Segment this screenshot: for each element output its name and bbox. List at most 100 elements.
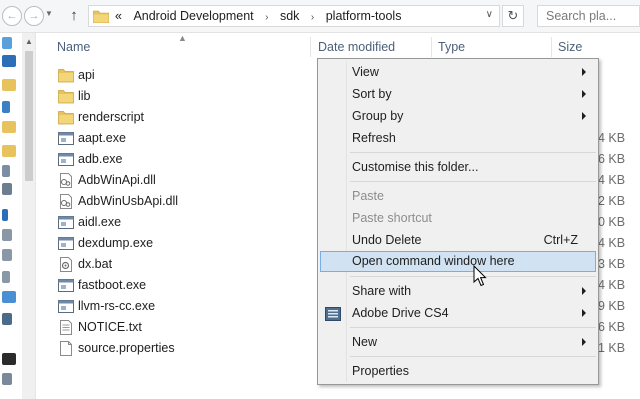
menu-item-group-by[interactable]: Group by bbox=[320, 106, 596, 127]
submenu-arrow-icon bbox=[582, 112, 586, 120]
menu-item-adobe-drive[interactable]: Adobe Drive CS4 bbox=[320, 303, 596, 324]
back-button[interactable]: ← bbox=[2, 6, 22, 26]
search-input[interactable]: Search pla... bbox=[537, 5, 640, 27]
file-name: renderscript bbox=[78, 110, 144, 124]
menu-item-sort-by[interactable]: Sort by bbox=[320, 84, 596, 105]
file-row[interactable]: fastboot.exe bbox=[56, 275, 316, 296]
folder-row[interactable]: api bbox=[56, 65, 316, 86]
nav-item-icon[interactable] bbox=[2, 209, 8, 221]
context-menu: View Sort by Group by Refresh Customise … bbox=[317, 58, 599, 385]
breadcrumb-overflow-icon[interactable]: « bbox=[115, 9, 122, 23]
menu-item-label: Group by bbox=[352, 109, 404, 123]
refresh-button[interactable]: ↻ bbox=[502, 5, 524, 27]
menu-item-paste-shortcut: Paste shortcut bbox=[320, 208, 596, 229]
menu-item-label: View bbox=[352, 65, 379, 79]
file-name: api bbox=[78, 68, 95, 82]
dll-file-icon bbox=[60, 173, 72, 188]
refresh-icon: ↻ bbox=[507, 8, 519, 23]
application-icon bbox=[58, 216, 74, 229]
folder-icon[interactable] bbox=[2, 79, 16, 91]
folder-icon bbox=[58, 90, 74, 104]
scroll-up-icon[interactable]: ▲ bbox=[25, 37, 33, 46]
menu-separator bbox=[350, 356, 596, 357]
breadcrumb-item-platform-tools[interactable]: platform-tools bbox=[326, 9, 402, 23]
menu-item-label: Open command window here bbox=[352, 254, 515, 268]
nav-item-icon[interactable] bbox=[2, 165, 10, 177]
address-bar[interactable]: « Android Development › sdk › platform-t… bbox=[88, 5, 500, 27]
column-header-type[interactable]: Type bbox=[438, 33, 465, 61]
file-name: lib bbox=[78, 89, 91, 103]
menu-item-customise-folder[interactable]: Customise this folder... bbox=[320, 157, 596, 178]
column-header-size[interactable]: Size bbox=[558, 33, 582, 61]
forward-button[interactable]: → bbox=[24, 6, 44, 26]
drive-icon[interactable] bbox=[2, 249, 12, 261]
file-row[interactable]: AdbWinApi.dll bbox=[56, 170, 316, 191]
file-size: 4 KB bbox=[598, 131, 626, 145]
breadcrumb-item-android-development[interactable]: Android Development bbox=[133, 9, 253, 23]
column-header-name[interactable]: Name bbox=[57, 33, 90, 61]
folder-icon[interactable] bbox=[2, 121, 16, 133]
file-row[interactable]: llvm-rs-cc.exe bbox=[56, 296, 316, 317]
computer-icon[interactable] bbox=[2, 353, 16, 365]
file-row[interactable]: aidl.exe bbox=[56, 212, 316, 233]
address-history-dropdown-icon[interactable]: ∨ bbox=[486, 9, 493, 20]
file-row[interactable]: dx.bat bbox=[56, 254, 316, 275]
application-icon bbox=[58, 279, 74, 292]
breadcrumb-item-sdk[interactable]: sdk bbox=[280, 9, 299, 23]
folder-row[interactable]: renderscript bbox=[56, 107, 316, 128]
nav-item-icon[interactable] bbox=[2, 37, 12, 49]
up-arrow-icon: ↑ bbox=[70, 7, 78, 24]
file-name: NOTICE.txt bbox=[78, 320, 142, 334]
drive-icon[interactable] bbox=[2, 229, 12, 241]
recent-locations-dropdown-icon[interactable]: ▼ bbox=[45, 9, 53, 18]
mouse-cursor-icon bbox=[473, 265, 487, 287]
scrollbar-thumb[interactable] bbox=[25, 51, 33, 181]
file-icon bbox=[60, 341, 72, 356]
nav-item-icon[interactable] bbox=[2, 55, 16, 67]
forward-arrow-icon: → bbox=[28, 10, 40, 22]
column-divider[interactable] bbox=[431, 37, 432, 57]
file-row[interactable]: AdbWinUsbApi.dll bbox=[56, 191, 316, 212]
nav-item-icon[interactable] bbox=[2, 101, 10, 113]
file-row[interactable]: aapt.exe bbox=[56, 128, 316, 149]
menu-item-properties[interactable]: Properties bbox=[320, 361, 596, 382]
file-name: source.properties bbox=[78, 341, 175, 355]
nav-item-icon[interactable] bbox=[2, 183, 12, 195]
keyboard-shortcut: Ctrl+Z bbox=[543, 233, 578, 247]
file-name: aidl.exe bbox=[78, 215, 122, 229]
chevron-right-icon[interactable]: › bbox=[265, 12, 268, 23]
column-divider[interactable] bbox=[310, 37, 311, 57]
menu-item-undo-delete[interactable]: Undo Delete Ctrl+Z bbox=[320, 230, 596, 251]
menu-item-refresh[interactable]: Refresh bbox=[320, 128, 596, 149]
application-icon bbox=[58, 237, 74, 250]
drive-icon[interactable] bbox=[2, 271, 10, 283]
menu-item-new[interactable]: New bbox=[320, 332, 596, 353]
menu-item-open-command-window[interactable]: Open command window here bbox=[320, 251, 596, 272]
chevron-right-icon[interactable]: › bbox=[311, 12, 314, 23]
folder-row[interactable]: lib bbox=[56, 86, 316, 107]
drive-icon[interactable] bbox=[2, 313, 12, 325]
file-row[interactable]: adb.exe bbox=[56, 149, 316, 170]
network-icon[interactable] bbox=[2, 291, 16, 303]
navigation-scrollbar[interactable]: ▲ bbox=[22, 33, 36, 399]
file-name: dx.bat bbox=[78, 257, 113, 271]
file-row[interactable]: NOTICE.txt bbox=[56, 317, 316, 338]
navigation-pane[interactable] bbox=[0, 33, 22, 399]
breadcrumb: « Android Development › sdk › platform-t… bbox=[115, 9, 401, 23]
column-divider[interactable] bbox=[551, 37, 552, 57]
menu-item-share-with[interactable]: Share with bbox=[320, 281, 596, 302]
up-button[interactable]: ↑ bbox=[65, 6, 83, 26]
text-file-icon bbox=[60, 320, 72, 335]
file-name: dexdump.exe bbox=[78, 236, 154, 250]
file-row[interactable]: source.properties bbox=[56, 338, 316, 359]
file-size: 1 KB bbox=[598, 341, 626, 355]
nav-item-icon[interactable] bbox=[2, 373, 12, 385]
file-row[interactable]: dexdump.exe bbox=[56, 233, 316, 254]
libraries-icon[interactable] bbox=[2, 145, 16, 157]
file-size: 4 KB bbox=[598, 278, 626, 292]
batch-file-icon bbox=[60, 257, 72, 272]
sort-ascending-icon: ▲ bbox=[178, 33, 187, 43]
column-header-date-modified[interactable]: Date modified bbox=[318, 33, 395, 61]
application-icon bbox=[58, 132, 74, 145]
menu-item-view[interactable]: View bbox=[320, 62, 596, 83]
